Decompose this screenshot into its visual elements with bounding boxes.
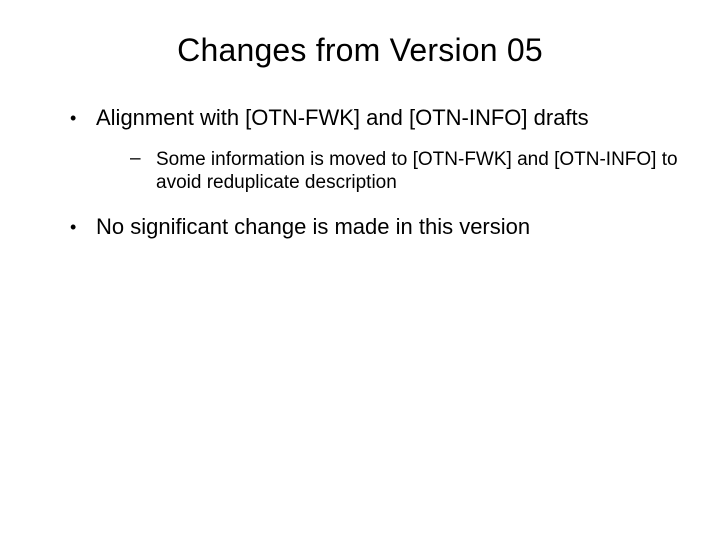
- bullet-list: Alignment with [OTN-FWK] and [OTN-INFO] …: [40, 105, 680, 241]
- list-item-text: Alignment with [OTN-FWK] and [OTN-INFO] …: [96, 105, 589, 130]
- list-item: Some information is moved to [OTN-FWK] a…: [130, 148, 680, 194]
- slide-title: Changes from Version 05: [40, 32, 680, 69]
- list-item: Alignment with [OTN-FWK] and [OTN-INFO] …: [70, 105, 680, 194]
- slide: Changes from Version 05 Alignment with […: [0, 0, 720, 540]
- sub-bullet-list: Some information is moved to [OTN-FWK] a…: [96, 148, 680, 194]
- list-item-text: Some information is moved to [OTN-FWK] a…: [156, 149, 678, 193]
- list-item: No significant change is made in this ve…: [70, 214, 680, 241]
- list-item-text: No significant change is made in this ve…: [96, 214, 530, 239]
